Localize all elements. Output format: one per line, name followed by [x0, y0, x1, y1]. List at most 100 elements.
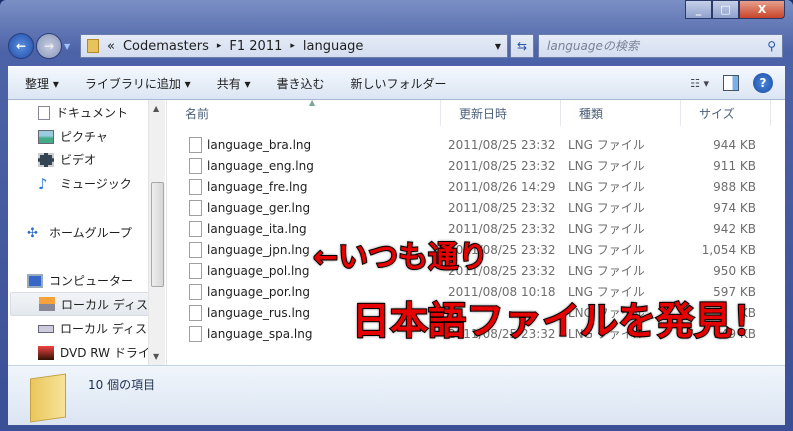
- file-date: 2011/08/25 23:32: [448, 200, 556, 215]
- file-size: 950 KB: [713, 263, 756, 278]
- preview-pane-icon[interactable]: [723, 75, 739, 91]
- file-icon: [189, 304, 202, 321]
- file-type: LNG ファイル: [568, 222, 645, 236]
- homegroup-icon: ✣: [27, 225, 38, 241]
- nav-label: ローカル ディスク: [60, 322, 159, 336]
- nav-label: ローカル ディスク: [61, 297, 149, 312]
- scroll-up-icon[interactable]: ▲: [153, 104, 159, 113]
- file-type: LNG ファイル: [568, 138, 645, 152]
- file-name: language_ita.lng: [207, 221, 307, 236]
- file-name: language_pol.lng: [207, 263, 310, 278]
- organize-button[interactable]: 整理 ▾: [8, 75, 68, 92]
- breadcrumb-f1-2011[interactable]: F1 2011: [229, 39, 282, 54]
- file-icon: [189, 283, 202, 300]
- file-row[interactable]: language_bra.lng 2011/08/25 23:32 LNG ファ…: [167, 134, 786, 155]
- file-name: language_rus.lng: [207, 305, 311, 320]
- file-size: 911 KB: [713, 158, 756, 173]
- file-date: 2011/08/25 23:32: [448, 137, 556, 152]
- column-header-name[interactable]: 名前: [167, 100, 441, 126]
- column-header-date[interactable]: 更新日時: [441, 100, 561, 126]
- file-name: language_por.lng: [207, 284, 311, 299]
- file-name: language_eng.lng: [207, 158, 314, 173]
- file-icon: [189, 262, 202, 279]
- music-icon: ♪: [38, 175, 48, 192]
- file-row[interactable]: language_fre.lng 2011/08/26 14:29 LNG ファ…: [167, 176, 786, 197]
- dvd-drive-icon: [38, 345, 54, 360]
- scroll-down-icon[interactable]: ▼: [153, 352, 159, 361]
- explorer-window: _ □ X ← → ▼ « Codemasters ▸ F1 2011 ▸ la…: [0, 0, 793, 431]
- chevron-right-icon[interactable]: ▸: [217, 41, 222, 51]
- file-type: LNG ファイル: [568, 243, 645, 257]
- item-count: 10 個の項目: [88, 378, 156, 392]
- column-header-size[interactable]: サイズ: [681, 100, 771, 126]
- burn-button[interactable]: 書き込む: [260, 75, 334, 92]
- search-placeholder: languageの検索: [547, 39, 639, 53]
- address-bar[interactable]: « Codemasters ▸ F1 2011 ▸ language ▼: [80, 34, 508, 58]
- file-size: 944 KB: [713, 137, 756, 152]
- folder-icon: [87, 39, 99, 53]
- column-header-type[interactable]: 種類: [561, 100, 681, 126]
- nav-label: ホームグループ: [49, 226, 132, 240]
- refresh-button[interactable]: ⇆: [510, 34, 534, 58]
- new-folder-button[interactable]: 新しいフォルダー: [334, 75, 456, 92]
- breadcrumb-language[interactable]: language: [303, 39, 364, 54]
- scrollbar-thumb[interactable]: [151, 182, 164, 287]
- nav-label: DVD RW ドライブ: [60, 346, 162, 360]
- nav-label: コンピューター: [49, 274, 134, 288]
- close-button[interactable]: X: [739, 0, 785, 19]
- search-icon[interactable]: ⚲: [767, 35, 776, 57]
- nav-label: ミュージック: [60, 177, 132, 191]
- chevron-right-icon[interactable]: ▸: [290, 41, 295, 51]
- file-name: language_ger.lng: [207, 200, 311, 215]
- file-date: 2011/08/25 23:32: [448, 158, 556, 173]
- file-name: language_spa.lng: [207, 326, 313, 341]
- file-icon: [189, 220, 202, 237]
- forward-button[interactable]: →: [36, 33, 62, 59]
- nav-label: ドキュメント: [56, 106, 129, 120]
- breadcrumb-overflow[interactable]: «: [107, 39, 115, 54]
- breadcrumb-codemasters[interactable]: Codemasters: [123, 39, 209, 54]
- file-row[interactable]: language_ger.lng 2011/08/25 23:32 LNG ファ…: [167, 197, 786, 218]
- document-icon: [38, 105, 50, 120]
- file-type: LNG ファイル: [568, 201, 645, 215]
- file-icon: [189, 157, 202, 174]
- share-button[interactable]: 共有 ▾: [200, 75, 260, 92]
- computer-icon: [27, 273, 43, 288]
- file-name: language_fre.lng: [207, 179, 308, 194]
- file-name: language_jpn.lng: [207, 242, 310, 257]
- add-to-library-button[interactable]: ライブラリに追加 ▾: [68, 75, 200, 92]
- minimize-button[interactable]: _: [685, 0, 712, 19]
- details-pane: 10 個の項目: [8, 365, 785, 425]
- command-bar: 整理 ▾ ライブラリに追加 ▾ 共有 ▾ 書き込む 新しいフォルダー ☷ ▾ ?: [8, 66, 785, 100]
- file-size: 974 KB: [713, 200, 756, 215]
- file-icon: [189, 241, 202, 258]
- nav-scrollbar[interactable]: ▲ ▼: [148, 100, 165, 365]
- help-icon[interactable]: ?: [753, 73, 773, 93]
- file-icon: [189, 325, 202, 342]
- local-disk-icon: [39, 297, 55, 311]
- back-button[interactable]: ←: [8, 33, 34, 59]
- file-size: 988 KB: [713, 179, 756, 194]
- nav-homegroup[interactable]: ✣ ホームグループ: [27, 224, 167, 241]
- file-row[interactable]: language_eng.lng 2011/08/25 23:32 LNG ファ…: [167, 155, 786, 176]
- history-dropdown-icon[interactable]: ▼: [64, 42, 70, 51]
- address-dropdown-icon[interactable]: ▼: [495, 42, 501, 51]
- nav-local-disk-c[interactable]: ローカル ディスク: [10, 292, 150, 316]
- view-options-icon[interactable]: ☷ ▾: [690, 77, 709, 90]
- navigation-pane: ドキュメント ピクチャ ビデオ ♪ ミュージック ✣ ホームグループ コンピューター…: [8, 100, 162, 365]
- maximize-button[interactable]: □: [712, 0, 739, 19]
- nav-computer[interactable]: コンピューター: [27, 272, 167, 289]
- annotation-found-note: 日本語ファイルを発見！: [351, 298, 771, 344]
- local-disk-icon: [38, 324, 54, 333]
- file-icon: [189, 199, 202, 216]
- file-size: 1,054 KB: [701, 242, 756, 257]
- file-icon: [189, 178, 202, 195]
- search-input[interactable]: languageの検索 ⚲: [538, 34, 783, 58]
- annotation-arrow-note: ←いつも通り: [312, 239, 489, 276]
- file-type: LNG ファイル: [568, 180, 645, 194]
- nav-label: ビデオ: [60, 153, 97, 167]
- folder-icon: [30, 373, 66, 423]
- video-icon: [38, 152, 54, 167]
- file-size: 942 KB: [713, 221, 756, 236]
- file-icon: [189, 136, 202, 153]
